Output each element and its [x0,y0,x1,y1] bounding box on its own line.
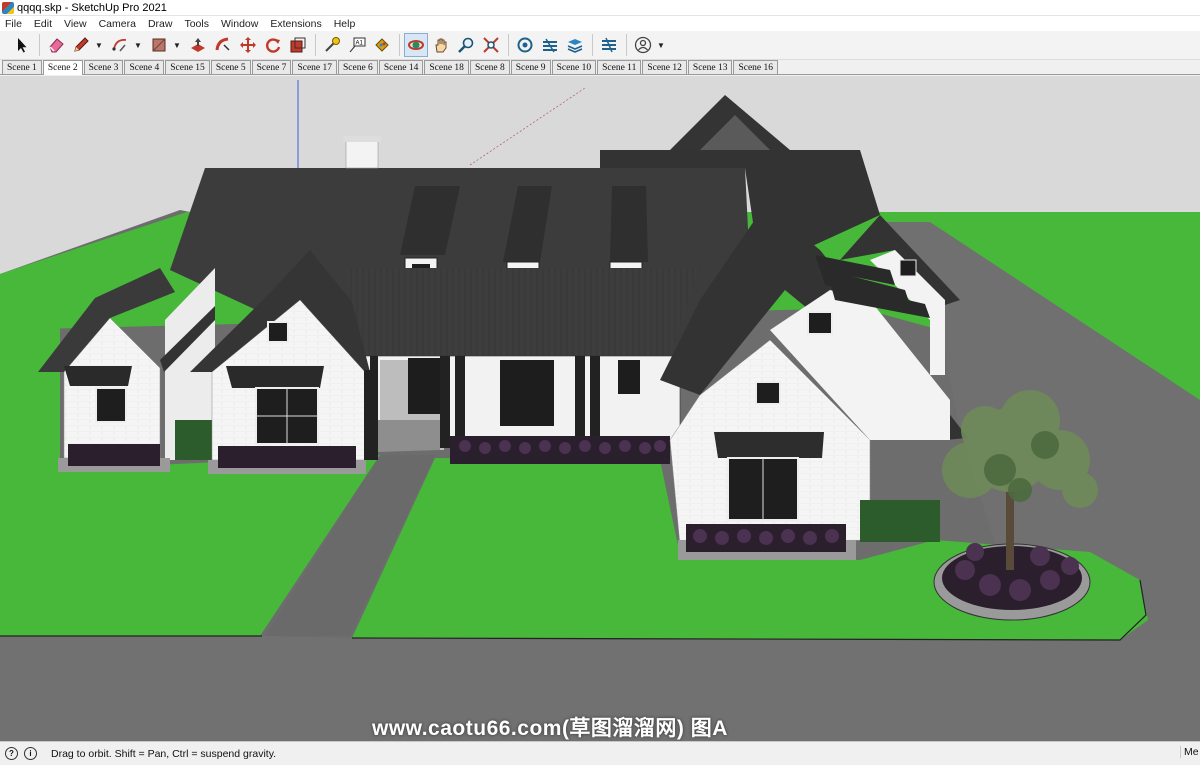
push-pull-icon [191,38,205,52]
tape-measure-icon [325,37,340,52]
extension-warehouse-tool-button[interactable] [538,33,562,57]
eraser-icon [49,38,64,53]
zoom-extents-tool-button[interactable] [479,33,503,57]
measurements-box-label[interactable]: Me [1180,746,1200,758]
arc-tool-button[interactable] [108,33,132,57]
tab-scene-5[interactable]: Scene 5 [210,60,251,74]
tab-scene-18[interactable]: Scene 18 [424,60,469,74]
status-bar: ? i Drag to orbit. Shift = Pan, Ctrl = s… [0,741,1200,765]
tab-scene-17[interactable]: Scene 17 [292,60,337,74]
arrow-cursor-icon [18,38,27,53]
menu-tools[interactable]: Tools [184,18,209,30]
scale-tool-button[interactable] [286,33,310,57]
tape-measure-tool-button[interactable] [320,33,344,57]
tab-scene-14[interactable]: Scene 14 [378,60,424,74]
layout-tool-button[interactable] [563,33,587,57]
extension-manager-icon [602,37,616,53]
main-toolbar: ▼ ▼ ▼ A1 ▼ [0,31,1200,60]
menu-window[interactable]: Window [221,18,258,30]
arc-icon [112,39,127,52]
menu-help[interactable]: Help [334,18,356,30]
toolbar-separator [39,34,40,56]
status-hint: Drag to orbit. Shift = Pan, Ctrl = suspe… [51,747,277,760]
magnifier-icon [458,37,474,53]
tab-scene-1[interactable]: Scene 1 [2,60,42,74]
orbit-tool-button[interactable] [404,33,428,57]
window-title: qqqq.skp - SketchUp Pro 2021 [17,1,167,14]
title-bar: qqqq.skp - SketchUp Pro 2021 [0,0,1200,16]
zoom-extents-icon [483,37,499,53]
menu-view[interactable]: View [64,18,87,30]
menu-edit[interactable]: Edit [34,18,52,30]
menu-bar: File Edit View Camera Draw Tools Window … [0,16,1200,31]
toolbar-separator [315,34,316,56]
user-account-icon [634,36,652,54]
3d-warehouse-icon [517,37,533,53]
pencil-icon [74,37,89,52]
pencil-dropdown-chevron-icon[interactable]: ▼ [94,33,104,57]
follow-me-tool-button[interactable] [211,33,235,57]
tab-scene-8[interactable]: Scene 8 [469,60,510,74]
arc-dropdown-chevron-icon[interactable]: ▼ [133,33,143,57]
push-pull-tool-button[interactable] [186,33,210,57]
tab-scene-7[interactable]: Scene 7 [251,60,292,74]
toolbar-separator [399,34,400,56]
account-dropdown-chevron-icon[interactable]: ▼ [656,33,666,57]
tab-scene-11[interactable]: Scene 11 [597,60,642,74]
extension-warehouse-icon [543,38,557,53]
tab-scene-16[interactable]: Scene 16 [733,60,779,74]
toolbar-separator [508,34,509,56]
house-model-render [0,80,1200,741]
warehouse-tool-button[interactable] [513,33,537,57]
info-icon[interactable]: i [24,747,37,760]
tab-scene-12[interactable]: Scene 12 [642,60,687,74]
rectangle-dropdown-chevron-icon[interactable]: ▼ [172,33,182,57]
account-tool-button[interactable] [631,33,655,57]
geo-location-icon[interactable]: ? [5,747,18,760]
zoom-tool-button[interactable] [454,33,478,57]
tab-scene-10[interactable]: Scene 10 [551,60,597,74]
layers-icon [567,39,583,53]
menu-extensions[interactable]: Extensions [270,18,321,30]
menu-draw[interactable]: Draw [148,18,173,30]
sketchup-logo-icon [2,1,14,14]
move-tool-button[interactable] [236,33,260,57]
svg-text:A1: A1 [356,41,364,47]
menu-camera[interactable]: Camera [99,18,136,30]
scene-tabs: Scene 1 Scene 2 Scene 3 Scene 4 Scene 15… [0,60,1200,75]
tab-scene-6[interactable]: Scene 6 [338,60,378,74]
follow-me-icon [215,37,230,51]
hand-icon [435,38,447,53]
rotate-tool-button[interactable] [261,33,285,57]
sketchup-window: qqqq.skp - SketchUp Pro 2021 File Edit V… [0,0,1200,765]
tab-scene-13[interactable]: Scene 13 [687,60,733,74]
tab-scene-4[interactable]: Scene 4 [124,60,165,74]
watermark-text: www.caotu66.com(草图溜溜网) 图A [372,717,728,740]
tab-scene-3[interactable]: Scene 3 [83,60,124,74]
tab-scene-15[interactable]: Scene 15 [165,60,210,74]
pan-tool-button[interactable] [429,33,453,57]
text-tool-button[interactable]: A1 [345,33,369,57]
pencil-tool-button[interactable] [69,33,93,57]
model-viewport[interactable]: www.caotu66.com(草图溜溜网) 图A [0,76,1200,741]
move-icon [240,37,256,53]
rectangle-tool-button[interactable] [147,33,171,57]
tab-scene-2[interactable]: Scene 2 [42,60,83,75]
rectangle-icon [152,38,166,52]
tab-scene-9[interactable]: Scene 9 [510,60,551,74]
eraser-tool-button[interactable] [44,33,68,57]
toolbar-separator [626,34,627,56]
orbit-icon [408,40,424,50]
toolbar-separator [592,34,593,56]
menu-file[interactable]: File [5,18,22,30]
select-tool-button[interactable] [10,33,34,57]
rotate-icon [266,38,281,53]
paint-bucket-tool-button[interactable] [370,33,394,57]
paint-bucket-icon [375,38,389,52]
text-icon: A1 [349,37,366,53]
scale-icon [290,37,306,53]
extension-manager-tool-button[interactable] [597,33,621,57]
